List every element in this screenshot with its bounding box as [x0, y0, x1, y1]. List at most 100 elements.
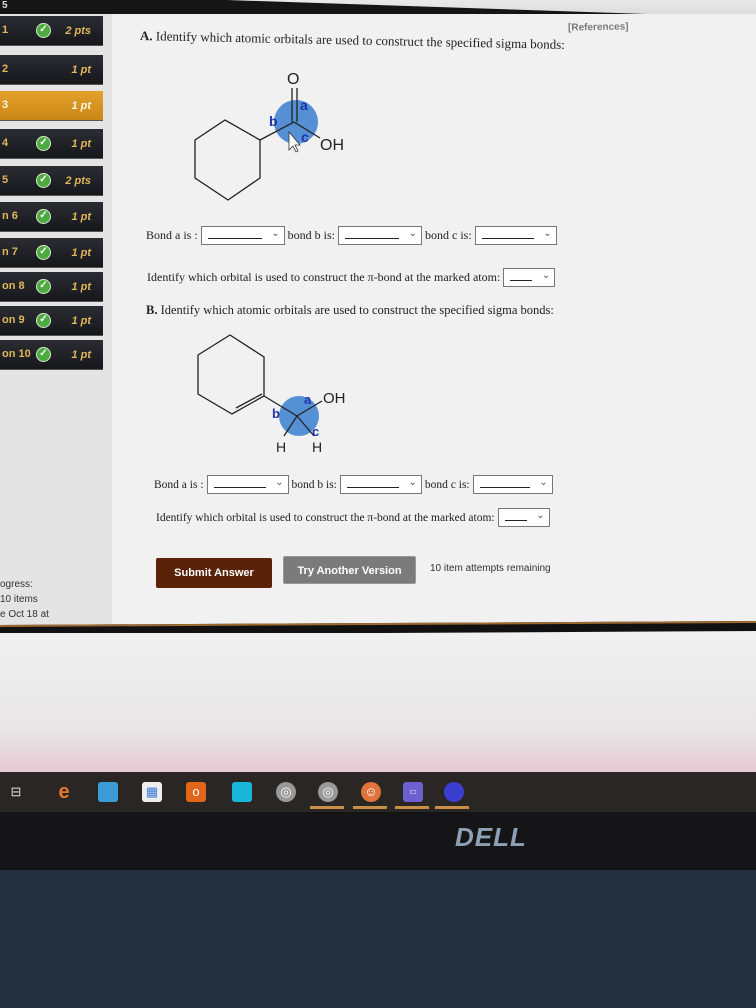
monitor-bezel — [0, 812, 756, 872]
running-indicator — [353, 806, 387, 809]
cyclohexane-ring — [194, 119, 261, 201]
part-b-pi-row: Identify which orbital is used to constr… — [156, 508, 553, 527]
due-date: e Oct 18 at — [0, 609, 49, 620]
bond-c-label: c — [301, 129, 309, 145]
question-points: 1 pt — [71, 349, 91, 361]
sidebar-question-10[interactable]: on 10 ✓ 1 pt — [0, 340, 103, 370]
sidebar-question-6[interactable]: n 6 ✓ 1 pt — [0, 202, 103, 232]
bond-b-text: bond b is: — [291, 478, 337, 491]
bond-b-select[interactable]: ⌄ — [338, 226, 423, 245]
bond-c-label: c — [312, 424, 319, 439]
question-points: 1 pt — [71, 100, 91, 112]
sidebar-question-1[interactable]: 1 ✓ 2 pts — [0, 16, 103, 46]
dell-logo: DELL — [455, 822, 527, 852]
pi-orbital-select[interactable]: ⌄ — [497, 508, 550, 527]
outlook-icon[interactable]: o — [186, 782, 206, 802]
webex-icon[interactable]: ▭ — [403, 782, 423, 802]
check-icon: ✓ — [36, 313, 51, 328]
check-icon: ✓ — [36, 347, 51, 362]
bond-b-label: b — [269, 113, 278, 129]
sidebar-question-9[interactable]: on 9 ✓ 1 pt — [0, 306, 103, 336]
bond-a-text: Bond a is : — [154, 478, 204, 491]
pi-bond-question: Identify which orbital is used to constr… — [156, 511, 495, 524]
pi-orbital-select[interactable]: ⌄ — [503, 268, 556, 287]
question-number: 5 — [2, 174, 9, 186]
cyclohexene-ring — [197, 334, 265, 415]
bond-c-text: bond c is: — [424, 478, 470, 491]
sticky-notes-icon[interactable] — [232, 782, 252, 802]
edge-icon[interactable]: e — [54, 782, 74, 802]
header-number: 5 — [2, 0, 8, 11]
question-sidebar: 1 ✓ 2 pts 2 1 pt 3 1 pt 4 ✓ 1 pt 5 ✓ 2 pts n 6 ✓ 1 pt n … — [0, 14, 112, 635]
question-number: on 8 — [2, 280, 25, 292]
question-points: 2 pts — [65, 175, 91, 187]
question-points: 1 pt — [71, 211, 91, 223]
check-icon: ✓ — [36, 209, 51, 224]
question-number: 3 — [2, 99, 9, 111]
molecule-b: OH a b c H H — [197, 334, 346, 455]
spiral-app-icon[interactable]: ◎ — [276, 782, 296, 802]
oxygen-label: O — [287, 71, 299, 88]
references-link[interactable]: [References] — [568, 21, 629, 33]
check-icon: ✓ — [36, 23, 51, 38]
question-number: n 7 — [2, 246, 18, 258]
sidebar-question-7[interactable]: n 7 ✓ 1 pt — [0, 238, 103, 268]
question-points: 1 pt — [71, 281, 91, 293]
running-indicator — [435, 806, 469, 809]
empty-page-area — [0, 633, 756, 773]
try-another-version-button[interactable]: Try Another Version — [283, 556, 416, 584]
part-b-bonds-row: Bond a is : ⌄ bond b is: ⌄ bond c is: ⌄ — [154, 475, 556, 494]
question-number: n 6 — [2, 210, 18, 222]
firefox-icon[interactable] — [444, 782, 464, 802]
hydrogen-label-2: H — [312, 439, 322, 455]
marked-atom-highlight — [274, 100, 318, 144]
task-view-icon[interactable]: ⊟ — [6, 782, 26, 802]
question-number: on 9 — [2, 314, 25, 326]
part-a-bonds-row: Bond a is : ⌄ bond b is: ⌄ bond c is: ⌄ — [146, 226, 560, 245]
hydrogen-label-1: H — [276, 439, 286, 455]
part-a-pi-row: Identify which orbital is used to constr… — [147, 268, 558, 287]
desk-background — [0, 870, 756, 1008]
bond-a-select[interactable]: ⌄ — [200, 226, 285, 245]
question-number: 1 — [2, 24, 9, 36]
sidebar-question-8[interactable]: on 8 ✓ 1 pt — [0, 272, 103, 302]
question-points: 1 pt — [71, 247, 91, 259]
store-icon[interactable]: ▦ — [142, 782, 162, 802]
bond-c-select[interactable]: ⌄ — [472, 475, 553, 494]
question-number: on 10 — [2, 348, 31, 360]
bond-c-select[interactable]: ⌄ — [474, 226, 557, 245]
sidebar-question-5[interactable]: 5 ✓ 2 pts — [0, 166, 103, 196]
taskbar: ⊟ e ▦ o ◎ ◎ ☺ ▭ — [0, 772, 756, 812]
question-points: 1 pt — [71, 138, 91, 150]
monitor-screen: 5 1 ✓ 2 pts 2 1 pt 3 1 pt 4 ✓ 1 pt 5 ✓ 2 pts n 6 ✓ 1 pt… — [0, 0, 756, 800]
molecule-a: O OH a b c — [194, 71, 344, 201]
question-number: 2 — [2, 63, 9, 75]
running-indicator — [310, 806, 344, 809]
bond-b-label: b — [272, 406, 280, 421]
check-icon: ✓ — [36, 245, 51, 260]
bond-b-text: bond b is: — [287, 228, 336, 242]
check-icon: ✓ — [36, 136, 51, 151]
attempts-remaining: 10 item attempts remaining — [430, 563, 551, 574]
submit-answer-button[interactable]: Submit Answer — [156, 558, 272, 588]
question-points: 2 pts — [65, 25, 91, 37]
question-points: 1 pt — [71, 64, 91, 76]
sidebar-question-4[interactable]: 4 ✓ 1 pt — [0, 129, 103, 159]
sidebar-question-2[interactable]: 2 1 pt — [0, 55, 103, 85]
hydroxyl-label: OH — [323, 390, 346, 407]
bond-b-select[interactable]: ⌄ — [339, 475, 422, 494]
progress-items: 10 items — [0, 594, 38, 605]
check-icon: ✓ — [36, 173, 51, 188]
running-indicator — [395, 806, 429, 809]
spiral-app-icon-2[interactable]: ◎ — [318, 782, 338, 802]
bond-c-text: bond c is: — [425, 228, 472, 242]
bond-a-text: Bond a is : — [146, 228, 198, 242]
sidebar-question-3[interactable]: 3 1 pt — [0, 91, 103, 121]
bond-a-select[interactable]: ⌄ — [206, 475, 289, 494]
progress-label: ogress: — [0, 579, 33, 590]
pi-bond-question: Identify which orbital is used to constr… — [147, 270, 501, 284]
chat-app-icon[interactable]: ☺ — [361, 782, 381, 802]
question-number: 4 — [2, 137, 9, 149]
file-explorer-icon[interactable] — [98, 782, 118, 802]
bond-a-label: a — [300, 97, 308, 113]
